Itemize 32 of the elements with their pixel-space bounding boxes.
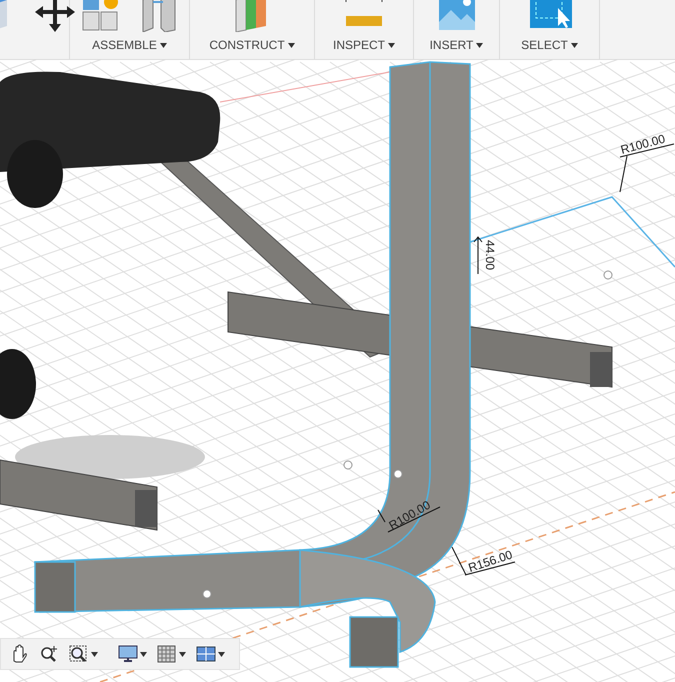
toolbar-menu[interactable]: INSPECT <box>332 36 395 54</box>
toolbar-menu[interactable]: SELECT <box>521 36 578 54</box>
caret-icon <box>160 42 167 48</box>
sketch-point-icon <box>394 470 402 478</box>
leader-line <box>474 236 482 274</box>
grid-icon <box>157 644 177 664</box>
sketch-point-icon <box>344 460 352 470</box>
caret-icon <box>288 42 295 48</box>
caret-icon <box>388 42 395 48</box>
sketch-point-icon <box>604 270 612 280</box>
caret-icon <box>476 42 484 48</box>
move-icon[interactable] <box>32 0 76 32</box>
viewports-icon <box>196 644 216 664</box>
dimension-label[interactable]: 44.00 <box>483 240 497 270</box>
toolbar-menu[interactable]: CONSTRUCT <box>209 36 295 54</box>
fit-tool[interactable] <box>67 644 100 664</box>
sketch-point-icon <box>202 590 212 598</box>
grid-tool[interactable] <box>155 644 188 664</box>
caret-icon <box>179 652 186 656</box>
toolbar-menu[interactable]: ASSEMBLE <box>92 36 167 54</box>
caret-icon <box>140 652 147 656</box>
viewports-tool[interactable] <box>194 644 227 664</box>
caret-icon <box>91 652 98 656</box>
caret-icon <box>218 652 225 656</box>
zoom-fit-icon <box>69 644 89 664</box>
display-tool[interactable] <box>116 644 149 664</box>
caret-icon <box>570 42 578 48</box>
leader-line <box>452 546 516 576</box>
toolbar-menu[interactable]: INSERT <box>430 36 484 54</box>
dimension-label[interactable]: R100.00 <box>619 132 667 157</box>
monitor-icon <box>118 644 138 664</box>
zoom-icon <box>39 644 59 664</box>
